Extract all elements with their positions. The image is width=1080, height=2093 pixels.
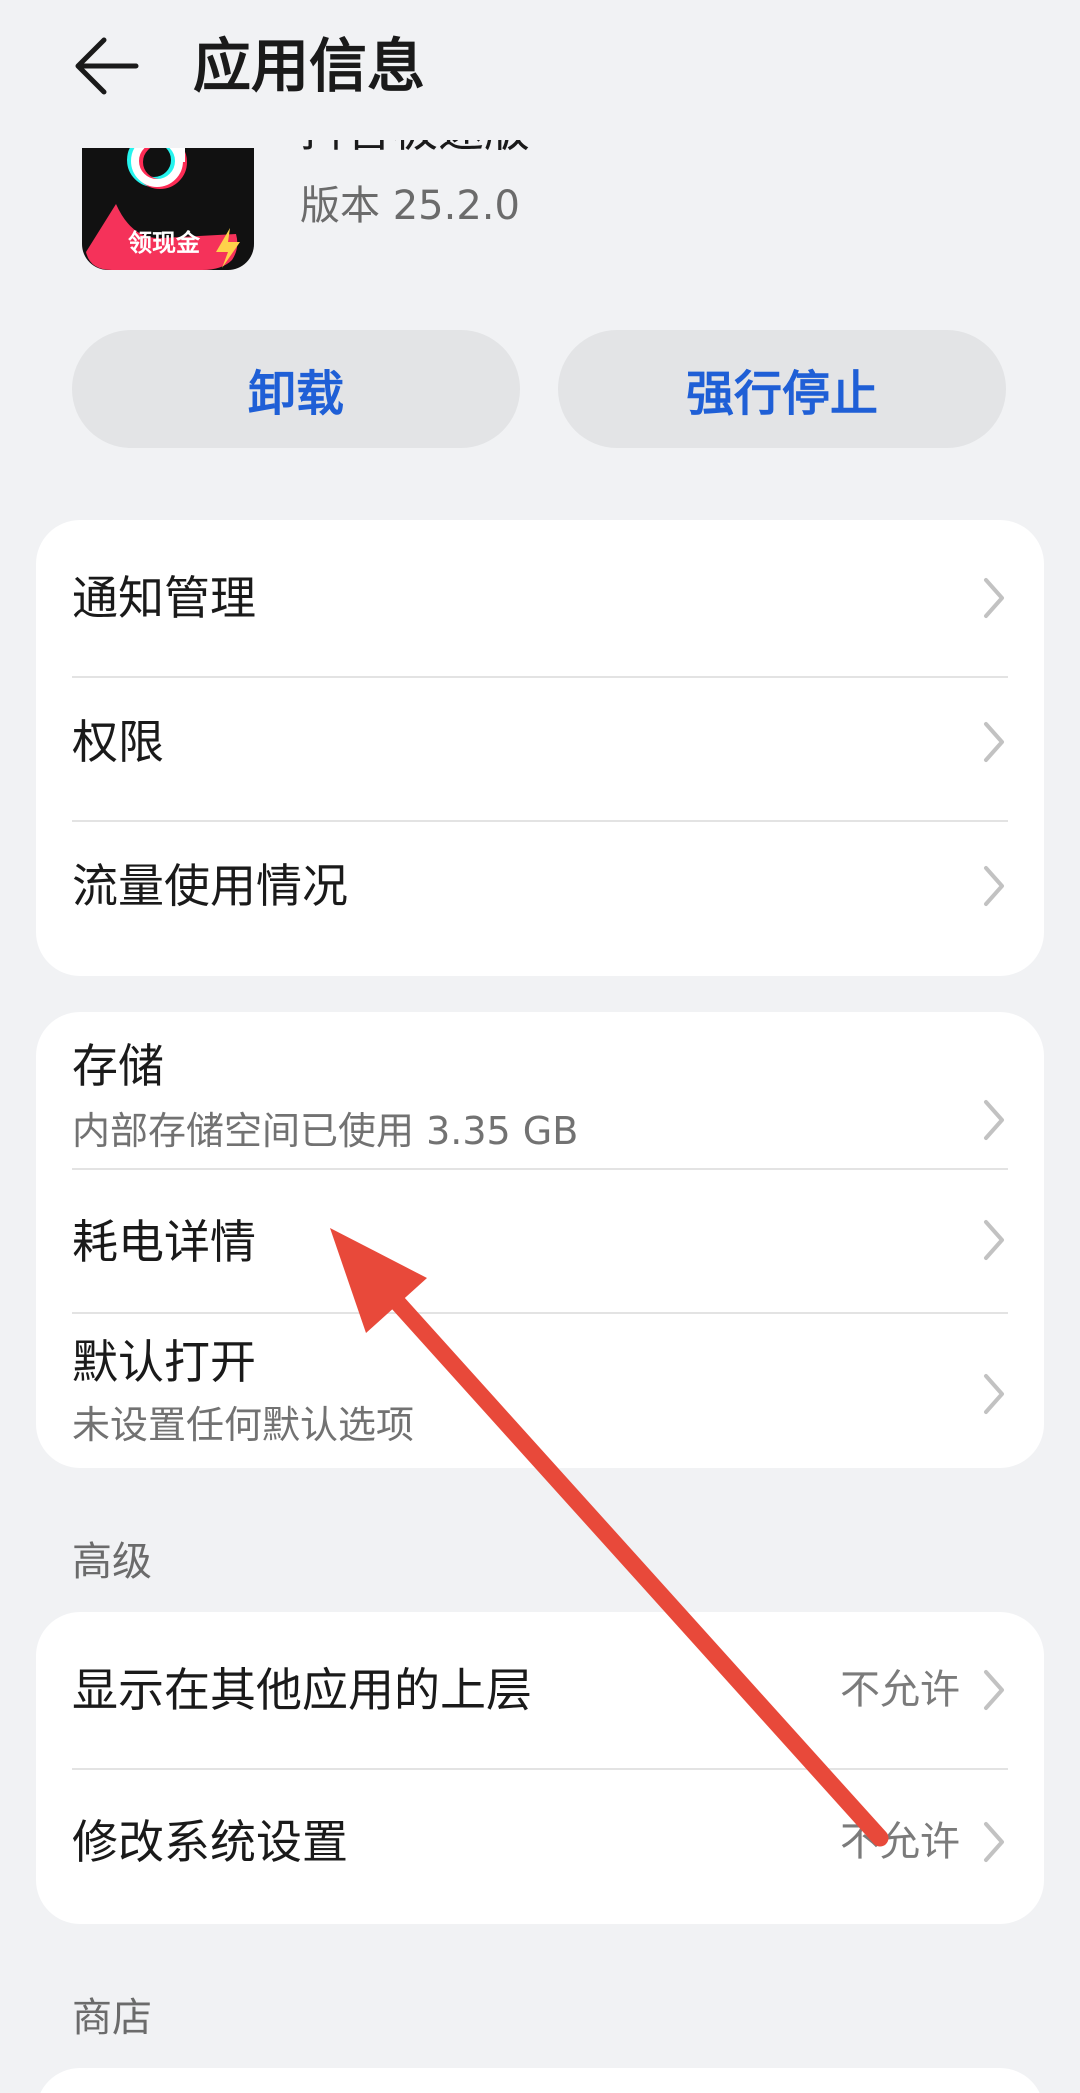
row-value: 不允许 (840, 1667, 960, 1713)
chevron-right-icon (984, 866, 1004, 906)
uninstall-button[interactable]: 卸载 (72, 330, 520, 448)
app-info: 抖音极速版 领现金 版本 25.2.0 (0, 140, 1080, 280)
app-icon-badge: 领现金 (128, 229, 201, 257)
row-label: 流量使用情况 (72, 859, 348, 913)
back-arrow-icon[interactable] (70, 30, 142, 102)
row-sublabel: 未设置任何默认选项 (72, 1403, 415, 1447)
chevron-right-icon (984, 1822, 1004, 1862)
chevron-right-icon (984, 1374, 1004, 1414)
list-item-notifications[interactable]: 通知管理 (36, 520, 1044, 676)
app-version: 版本 25.2.0 (300, 183, 520, 229)
section-title-store: 商店 (72, 1995, 152, 2041)
force-stop-button[interactable]: 强行停止 (558, 330, 1006, 448)
list-item-storage[interactable]: 存储 内部存储空间已使用 3.35 GB (36, 1012, 1044, 1168)
app-name: 抖音极速版 (300, 140, 530, 160)
row-label: 权限 (72, 715, 164, 769)
settings-card-general: 通知管理 权限 流量使用情况 (36, 520, 1044, 976)
app-name-clip: 抖音极速版 (300, 140, 900, 166)
chevron-right-icon (984, 1220, 1004, 1260)
chevron-right-icon (984, 1670, 1004, 1710)
row-label: 默认打开 (72, 1335, 256, 1389)
list-item-battery-details[interactable]: 耗电详情 (36, 1170, 1044, 1312)
row-label: 修改系统设置 (72, 1815, 348, 1869)
top-app-bar: 应用信息 (0, 0, 1080, 140)
list-item-display-over-apps[interactable]: 显示在其他应用的上层 不允许 (36, 1612, 1044, 1768)
row-sublabel: 内部存储空间已使用 3.35 GB (72, 1109, 579, 1153)
app-icon: 领现金 (82, 148, 254, 270)
list-item-data-usage[interactable]: 流量使用情况 (36, 822, 1044, 976)
section-title-advanced: 高级 (72, 1539, 152, 1585)
list-item-default-open[interactable]: 默认打开 未设置任何默认选项 (36, 1314, 1044, 1468)
settings-card-storage: 存储 内部存储空间已使用 3.35 GB 耗电详情 默认打开 未设置任何默认选项 (36, 1012, 1044, 1468)
row-label: 通知管理 (72, 571, 256, 625)
page-title: 应用信息 (193, 32, 426, 100)
row-label: 耗电详情 (72, 1215, 256, 1269)
row-label: 显示在其他应用的上层 (72, 1663, 532, 1717)
list-item-modify-system-settings[interactable]: 修改系统设置 不允许 (36, 1770, 1044, 1924)
settings-card-store (36, 2068, 1044, 2093)
chevron-right-icon (984, 722, 1004, 762)
list-item-permissions[interactable]: 权限 (36, 678, 1044, 820)
chevron-right-icon (984, 1100, 1004, 1140)
row-value: 不允许 (840, 1819, 960, 1865)
chevron-right-icon (984, 578, 1004, 618)
settings-card-advanced: 显示在其他应用的上层 不允许 修改系统设置 不允许 (36, 1612, 1044, 1924)
row-label: 存储 (72, 1039, 164, 1093)
